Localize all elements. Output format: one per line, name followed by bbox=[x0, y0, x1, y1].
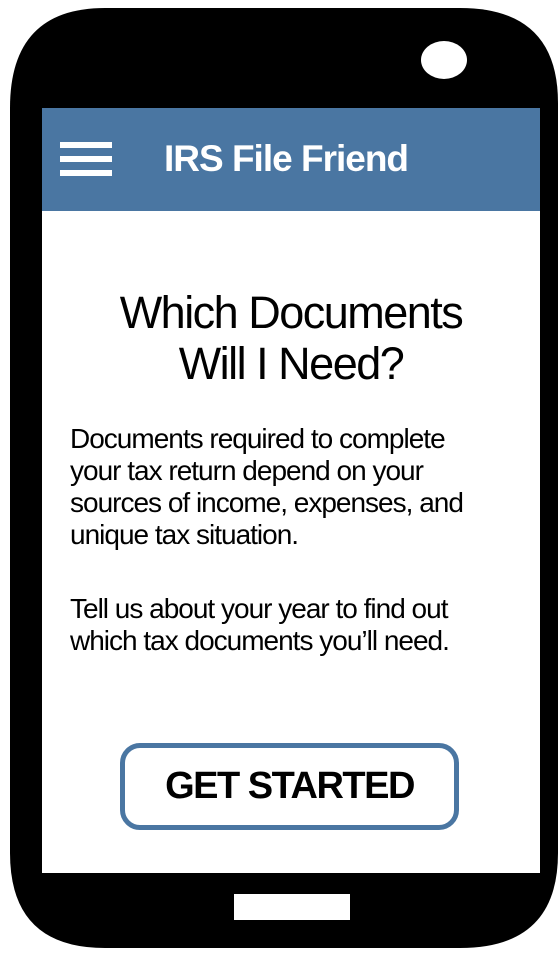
intro-paragraph: Documents required to complete your tax … bbox=[70, 423, 540, 551]
camera-icon bbox=[421, 41, 467, 79]
intro-line: unique tax situation. bbox=[70, 519, 299, 550]
page-headline: Which Documents Will I Need? bbox=[42, 287, 540, 389]
intro-line: your tax return depend on your bbox=[70, 455, 424, 486]
hamburger-menu-icon[interactable] bbox=[60, 142, 112, 178]
headline-line-1: Which Documents bbox=[119, 287, 464, 338]
get-started-button[interactable]: GET STARTED bbox=[120, 743, 459, 830]
instruction-line: which tax documents you’ll need. bbox=[70, 625, 450, 656]
instruction-paragraph: Tell us about your year to find out whic… bbox=[70, 593, 540, 657]
intro-line: sources of income, expenses, and bbox=[70, 487, 464, 518]
headline-line-2: Will I Need? bbox=[178, 338, 405, 389]
intro-line: Documents required to complete bbox=[70, 423, 446, 454]
instruction-line: Tell us about your year to find out bbox=[70, 593, 448, 624]
phone-screen: IRS File Friend Which Documents Will I N… bbox=[42, 108, 540, 873]
app-title: IRS File Friend bbox=[164, 138, 409, 179]
app-bar: IRS File Friend bbox=[42, 108, 540, 211]
home-button-icon[interactable] bbox=[234, 894, 350, 920]
